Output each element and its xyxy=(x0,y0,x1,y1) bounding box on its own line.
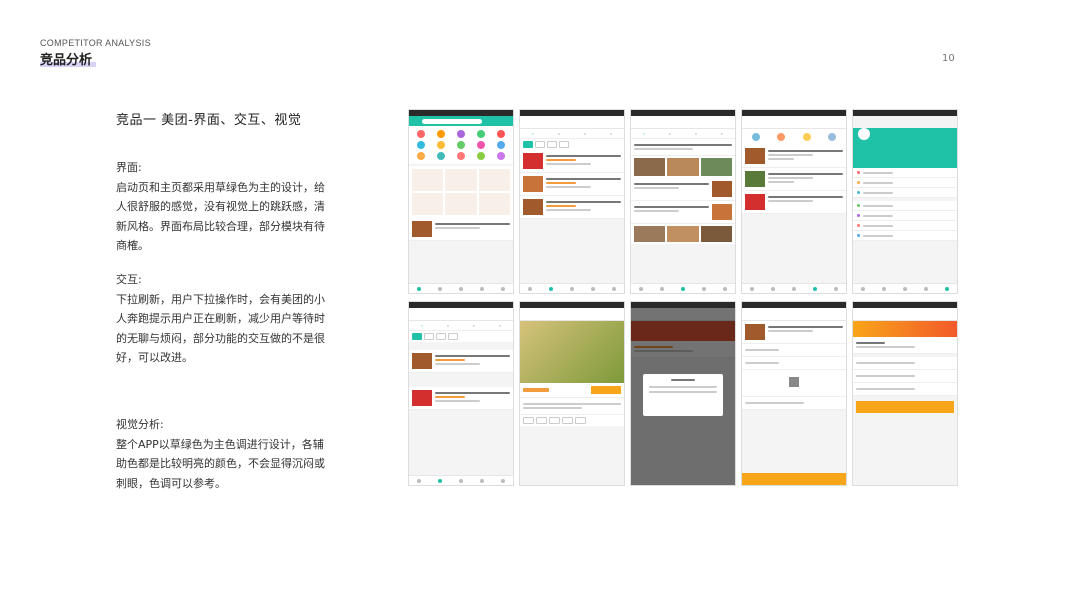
screenshot-refresh: • • • • xyxy=(408,301,514,486)
screenshot-confirm-dialog xyxy=(630,301,736,486)
block-body: 整个APP以草绿色为主色调进行设计，各辅助色都是比较明亮的颜色，不会显得沉闷或刺… xyxy=(116,437,325,490)
page-number: 10 xyxy=(942,53,955,64)
screenshot-orders xyxy=(741,109,847,294)
screenshot-articles: • • • • xyxy=(630,109,736,294)
text-block-interaction: 交互: 下拉刷新，用户下拉操作时，会有美团的小人奔跑提示用户正在刷新，减少用户等… xyxy=(116,270,331,368)
section-title: 竞品一 美团-界面、交互、视觉 xyxy=(116,113,302,128)
text-block-interface: 界面: 启动页和主页都采用草绿色为主的设计，给人很舒服的感觉，没有视觉上的跳跃感… xyxy=(116,158,331,256)
screenshot-food-list: • • • • xyxy=(519,109,625,294)
screenshot-submit-order xyxy=(741,301,847,486)
screenshot-profile xyxy=(852,109,958,294)
header-title: 竞品分析 xyxy=(40,49,97,68)
block-body: 下拉刷新，用户下拉操作时，会有美团的小人奔跑提示用户正在刷新，减少用户等待时的无… xyxy=(116,292,325,365)
block-heading: 界面: xyxy=(116,161,142,174)
text-block-visual: 视觉分析: 整个APP以草绿色为主色调进行设计，各辅助色都是比较明亮的颜色，不会… xyxy=(116,415,331,493)
screenshot-deal-detail xyxy=(519,301,625,486)
block-heading: 视觉分析: xyxy=(116,418,164,431)
screenshot-home xyxy=(408,109,514,294)
screenshot-payment xyxy=(852,301,958,486)
block-heading: 交互: xyxy=(116,273,142,286)
block-body: 启动页和主页都采用草绿色为主的设计，给人很舒服的感觉，没有视觉上的跳跃感，清新风… xyxy=(116,180,325,253)
header-subtitle: COMPETITOR ANALYSIS xyxy=(40,38,151,48)
